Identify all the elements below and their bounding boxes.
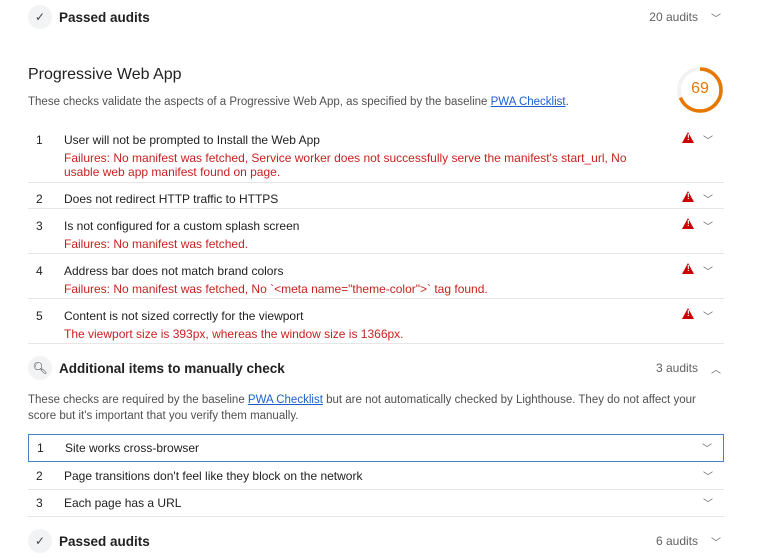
audit-title: Page transitions don't feel like they bl… — [64, 469, 363, 483]
audit-number: 2 — [36, 192, 43, 206]
chevron-down-icon[interactable]: ﹀ — [700, 468, 716, 483]
group-title: Passed audits — [59, 9, 150, 25]
audit-count: 3 audits — [655, 361, 698, 375]
score-value: 69 — [691, 80, 709, 97]
audit-failure: Failures: No manifest was fetched. — [64, 237, 249, 251]
audit-title: Does not redirect HTTP traffic to HTTPS — [64, 192, 279, 206]
chevron-down-icon[interactable]: ﹀ — [700, 308, 716, 323]
description-suffix: . — [565, 96, 569, 108]
audit-row[interactable]: 1 User will not be prompted to Install t… — [28, 127, 724, 183]
audit-title: Address bar does not match brand colors — [64, 264, 284, 278]
passed-audits-group-top[interactable]: ✓ Passed audits 20 audits ﹀ — [28, 2, 724, 32]
group-title: Passed audits — [59, 533, 150, 549]
category-title: Progressive Web App — [28, 66, 182, 83]
audit-number: 5 — [36, 309, 43, 323]
audit-row[interactable]: 2 Does not redirect HTTP traffic to HTTP… — [28, 186, 724, 209]
audit-row[interactable]: 3 Is not configured for a custom splash … — [28, 213, 724, 254]
pwa-checklist-link[interactable]: PWA Checklist — [491, 96, 566, 108]
audit-title: Is not configured for a custom splash sc… — [64, 219, 300, 233]
audit-title: Each page has a URL — [64, 496, 182, 510]
warning-icon: ! — [682, 191, 694, 202]
check-icon: ✓ — [28, 5, 52, 29]
chevron-down-icon[interactable]: ﹀ — [699, 440, 715, 455]
manual-check-group[interactable]: 🔍︎ Additional items to manually check 3 … — [28, 353, 724, 383]
audit-number: 3 — [36, 219, 43, 233]
audit-count: 20 audits — [649, 10, 698, 24]
group-title: Additional items to manually check — [59, 360, 285, 376]
audit-number: 4 — [36, 264, 43, 278]
search-icon: 🔍︎ — [28, 356, 52, 380]
audit-failure: Failures: No manifest was fetched, No `<… — [64, 282, 488, 296]
audit-failure: The viewport size is 393px, whereas the … — [64, 327, 404, 341]
audit-number: 2 — [36, 469, 43, 483]
audit-row[interactable]: 4 Address bar does not match brand color… — [28, 258, 724, 299]
chevron-up-icon[interactable]: ︿ — [708, 361, 724, 376]
audit-title: User will not be prompted to Install the… — [64, 133, 320, 147]
category-description: These checks validate the aspects of a P… — [28, 94, 569, 110]
check-icon: ✓ — [28, 529, 52, 553]
chevron-down-icon[interactable]: ﹀ — [700, 132, 716, 147]
chevron-down-icon[interactable]: ﹀ — [708, 534, 724, 549]
audit-failure: Failures: No manifest was fetched, Servi… — [64, 151, 627, 179]
audit-number: 1 — [36, 133, 43, 147]
manual-item-row[interactable]: 1 Site works cross-browser ﹀ — [28, 434, 724, 462]
score-gauge: 69 — [676, 66, 724, 114]
chevron-down-icon[interactable]: ﹀ — [708, 10, 724, 25]
chevron-down-icon[interactable]: ﹀ — [700, 218, 716, 233]
audit-number: 3 — [36, 496, 43, 510]
manual-item-row[interactable]: 2 Page transitions don't feel like they … — [28, 463, 724, 490]
warning-icon: ! — [682, 132, 694, 143]
manual-description: These checks are required by the baselin… — [28, 392, 718, 424]
chevron-down-icon[interactable]: ﹀ — [700, 495, 716, 510]
chevron-down-icon[interactable]: ﹀ — [700, 191, 716, 206]
manual-item-row[interactable]: 3 Each page has a URL ﹀ — [28, 490, 724, 517]
audit-count: 6 audits — [655, 534, 698, 548]
warning-icon: ! — [682, 218, 694, 229]
audit-number: 1 — [37, 441, 44, 455]
audit-title: Site works cross-browser — [65, 441, 200, 455]
chevron-down-icon[interactable]: ﹀ — [700, 263, 716, 278]
description-text: These checks are required by the baselin… — [28, 394, 248, 406]
description-text: These checks validate the aspects of a P… — [28, 96, 491, 108]
audit-row[interactable]: 5 Content is not sized correctly for the… — [28, 303, 724, 344]
warning-icon: ! — [682, 308, 694, 319]
pwa-checklist-link[interactable]: PWA Checklist — [248, 394, 323, 406]
audit-title: Content is not sized correctly for the v… — [64, 309, 304, 323]
warning-icon: ! — [682, 263, 694, 274]
passed-audits-group-bottom[interactable]: ✓ Passed audits 6 audits ﹀ — [28, 526, 724, 556]
